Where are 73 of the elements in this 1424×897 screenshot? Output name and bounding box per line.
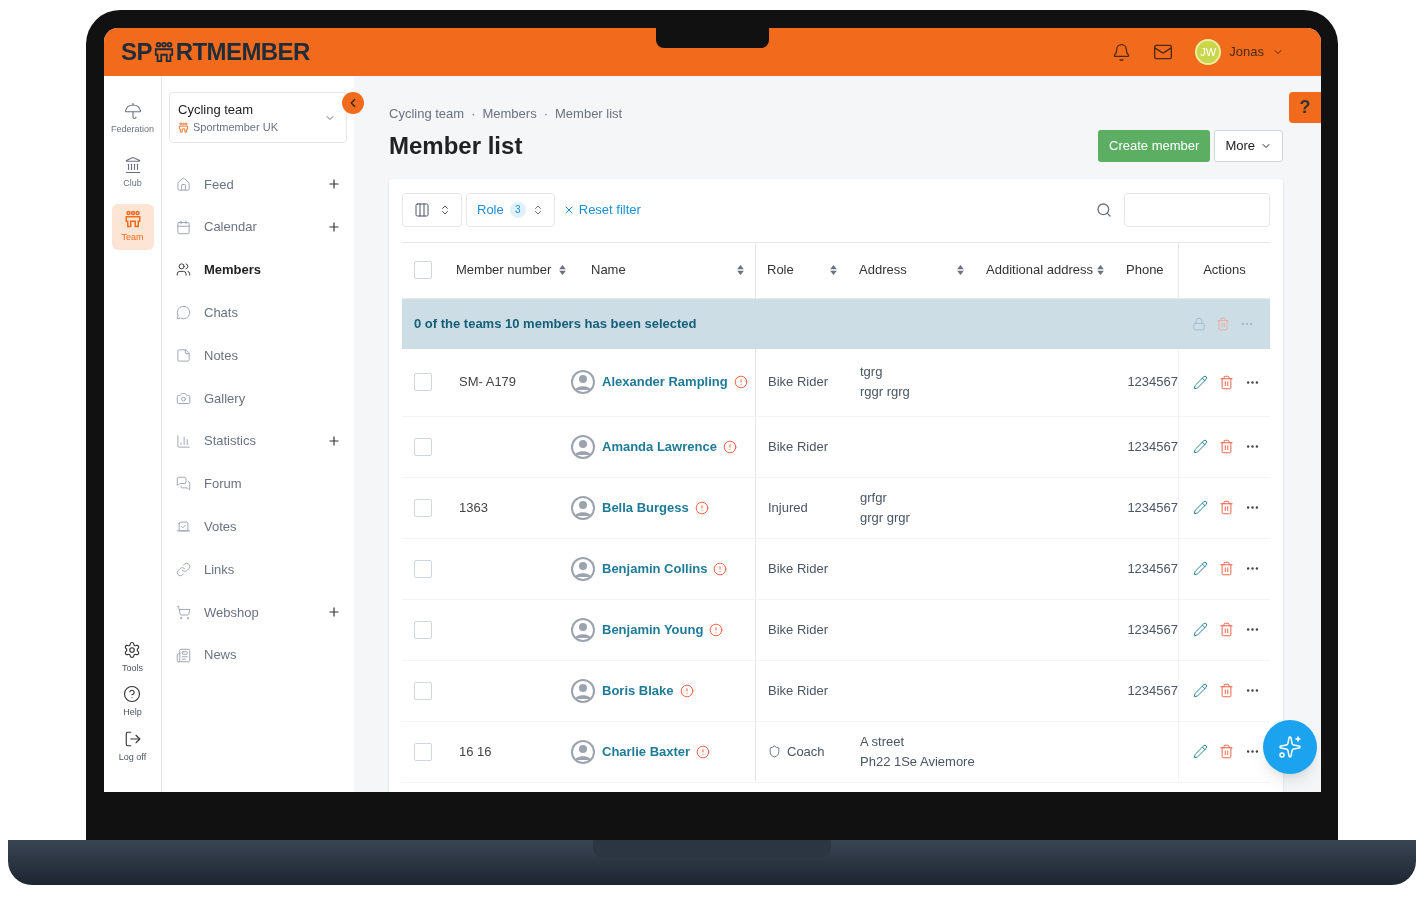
- nav-item[interactable]: Statistics: [169, 419, 347, 463]
- page-title: Member list: [389, 130, 523, 161]
- address-line: grgr grgr: [860, 508, 911, 527]
- column-header[interactable]: Member number: [456, 260, 552, 280]
- address-line: tgrg: [860, 363, 884, 381]
- phone-number: 1234567: [1127, 437, 1178, 456]
- phone-number: 1234567: [1127, 498, 1178, 517]
- nav-item[interactable]: Webshop: [169, 590, 347, 634]
- member-number: 1363: [459, 498, 488, 517]
- rail-item[interactable]: Tools: [122, 640, 143, 675]
- role-text: Bike Rider: [768, 559, 828, 578]
- breadcrumb-link[interactable]: Members: [482, 104, 537, 124]
- team-selector[interactable]: Cycling team Sportmember UK: [169, 92, 347, 143]
- team-name: Cycling team: [178, 100, 255, 119]
- help-tab[interactable]: ?: [1289, 92, 1321, 123]
- reset-filter-link[interactable]: Reset filter: [562, 199, 641, 220]
- breadcrumb-separator: ·: [543, 105, 548, 123]
- nav-item[interactable]: Gallery: [169, 377, 347, 420]
- column-header[interactable]: Additional address: [986, 260, 1093, 280]
- rail-item[interactable]: Federation: [111, 96, 154, 142]
- member-name-link[interactable]: Bella Burgess: [602, 497, 689, 518]
- role-text: Bike Rider: [768, 620, 828, 639]
- member-name-link[interactable]: Alexander Rampling: [602, 372, 728, 392]
- role-text: Injured: [768, 498, 808, 517]
- logo-text: SP: [121, 37, 152, 67]
- address-line: A street: [860, 732, 906, 751]
- rail-item[interactable]: Log off: [118, 729, 147, 764]
- column-header[interactable]: Phone: [1126, 260, 1164, 280]
- more-button[interactable]: More: [1214, 129, 1283, 162]
- member-name-link[interactable]: Amanda Lawrence: [602, 436, 717, 457]
- column-header[interactable]: Actions: [1203, 260, 1246, 280]
- breadcrumb-separator: ·: [471, 105, 476, 123]
- column-header[interactable]: Address: [859, 260, 907, 280]
- column-header[interactable]: Name: [591, 260, 626, 280]
- member-name-link[interactable]: Boris Blake: [602, 680, 674, 701]
- phone-number: 1234567: [1127, 373, 1178, 392]
- user-name[interactable]: Jonas: [1229, 42, 1264, 62]
- rail-item[interactable]: Help: [123, 685, 142, 720]
- nav-item[interactable]: Members: [169, 248, 347, 292]
- column-header[interactable]: Role: [767, 260, 794, 280]
- rail-item[interactable]: Team: [111, 204, 154, 250]
- member-name-link[interactable]: Charlie Baxter: [602, 741, 691, 762]
- address-line: rggr rgrg: [860, 383, 911, 401]
- role-text: Bike Rider: [768, 437, 828, 456]
- member-number: SM- A179: [459, 373, 517, 392]
- member-name-link[interactable]: Benjamin Young: [602, 619, 704, 640]
- role-text: Coach: [787, 742, 825, 761]
- rail-item[interactable]: Club: [111, 150, 154, 196]
- breadcrumb-link[interactable]: Member list: [555, 104, 623, 124]
- nav-item[interactable]: Chats: [169, 291, 347, 335]
- selection-message: 0 of the teams 10 members has been selected: [414, 314, 697, 333]
- nav-item[interactable]: Votes: [169, 505, 347, 549]
- club-name: Sportmember UK: [193, 120, 278, 135]
- nav-item[interactable]: Notes: [169, 334, 347, 377]
- nav-item[interactable]: Links: [169, 548, 347, 591]
- count-badge: 3: [509, 201, 526, 218]
- phone-number: 1234567: [1127, 681, 1178, 700]
- phone-number: 1234567: [1127, 620, 1178, 639]
- address-line: grfgr: [860, 488, 888, 507]
- nav-item[interactable]: Forum: [169, 462, 347, 506]
- member-number: 16 16: [459, 742, 492, 761]
- nav-item[interactable]: News: [169, 633, 347, 677]
- role-text: Bike Rider: [768, 373, 828, 392]
- address-line: Ph22 1Se Aviemore: [860, 752, 976, 771]
- member-name-link[interactable]: Benjamin Collins: [602, 558, 708, 579]
- nav-item[interactable]: Calendar: [169, 205, 347, 249]
- nav-item[interactable]: Feed: [169, 163, 347, 206]
- role-text: Bike Rider: [768, 681, 828, 700]
- phone-number: 1234567: [1127, 559, 1178, 578]
- breadcrumb-link[interactable]: Cycling team: [389, 104, 465, 124]
- logo-text: RTMEMBER: [175, 37, 310, 67]
- create-member-button[interactable]: Create member: [1098, 129, 1211, 162]
- role-filter[interactable]: Role 3: [466, 192, 555, 227]
